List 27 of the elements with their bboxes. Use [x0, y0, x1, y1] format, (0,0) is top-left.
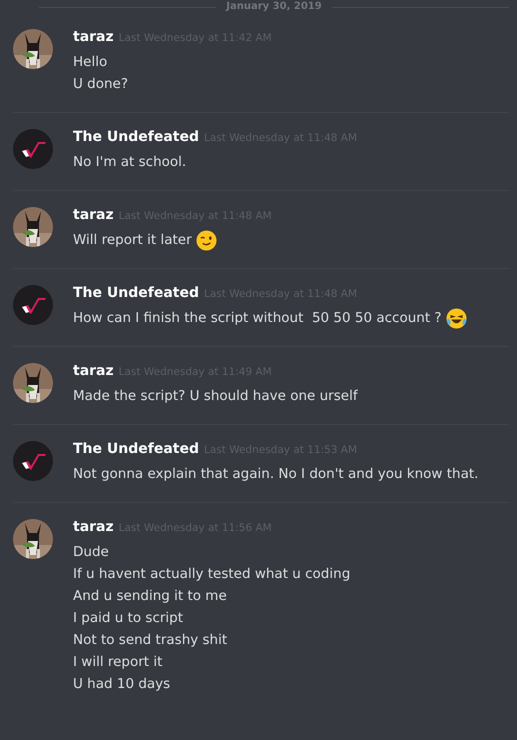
message-text: U had 10 days	[73, 676, 170, 692]
message-text: How can I finish the script without 50 50 50 account ?	[73, 310, 442, 326]
author-name[interactable]: taraz	[73, 363, 114, 379]
author-name[interactable]: The Undefeated	[73, 285, 199, 301]
message-text: And u sending it to me	[73, 588, 227, 604]
message-text: Not gonna explain that again. No I don't and you know that.	[73, 466, 478, 482]
winking-emoji-icon	[196, 230, 217, 250]
author-name[interactable]: The Undefeated	[73, 441, 199, 457]
message-text: Hello	[73, 54, 108, 70]
message-text: Not to send trashy shit	[73, 632, 228, 648]
author-name[interactable]: The Undefeated	[73, 129, 199, 145]
message-text: U done?	[73, 76, 128, 92]
message-text: I paid u to script	[73, 610, 184, 626]
message-text: If u havent actually tested what u coding	[73, 566, 350, 582]
message-text: Dude	[73, 544, 109, 560]
message-text: I will report it	[73, 654, 162, 670]
message-text: No I'm at school.	[73, 154, 186, 170]
author-name[interactable]: taraz	[73, 207, 114, 223]
author-name[interactable]: taraz	[73, 519, 114, 535]
avatar-logo-icon[interactable]	[13, 285, 53, 325]
message-text: Will report it later	[73, 232, 192, 248]
date-divider: January 30, 2019	[226, 1, 322, 13]
avatar-logo-icon[interactable]	[13, 441, 53, 481]
message-text: Made the script? U should have one urself	[73, 388, 358, 404]
author-name[interactable]: taraz	[73, 29, 114, 45]
tears-of-joy-emoji-icon	[446, 308, 467, 328]
avatar-logo-icon[interactable]	[13, 129, 53, 169]
